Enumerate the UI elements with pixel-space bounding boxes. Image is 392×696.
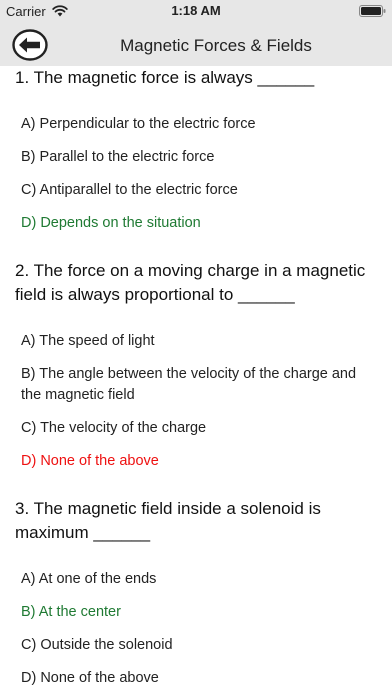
answer-option-wrong[interactable]: D) None of the above bbox=[0, 451, 392, 472]
answer-option[interactable]: B) The angle between the velocity of the… bbox=[0, 364, 392, 406]
answer-option[interactable]: A) Perpendicular to the electric force bbox=[0, 114, 392, 135]
nav-bar: Magnetic Forces & Fields bbox=[0, 22, 392, 66]
answer-option[interactable]: D) None of the above bbox=[0, 668, 392, 689]
battery-icon bbox=[359, 5, 386, 17]
answer-option[interactable]: A) The speed of light bbox=[0, 331, 392, 352]
back-arrow-icon bbox=[12, 29, 48, 61]
answer-option-correct[interactable]: D) Depends on the situation bbox=[0, 213, 392, 234]
status-bar: Carrier 1:18 AM bbox=[0, 0, 392, 22]
question-list: 1. The magnetic force is always ______ A… bbox=[0, 66, 392, 689]
answer-option[interactable]: B) Parallel to the electric force bbox=[0, 147, 392, 168]
question-text: 3. The magnetic field inside a solenoid … bbox=[15, 499, 321, 542]
question-text: 1. The magnetic force is always ______ bbox=[15, 68, 315, 87]
answer-option[interactable]: C) Antiparallel to the electric force bbox=[0, 180, 392, 201]
answer-option[interactable]: C) Outside the solenoid bbox=[0, 635, 392, 656]
back-button[interactable] bbox=[12, 29, 48, 61]
status-time: 1:18 AM bbox=[171, 3, 221, 18]
answer-option[interactable]: A) At one of the ends bbox=[0, 569, 392, 590]
question-text: 2. The force on a moving charge in a mag… bbox=[15, 261, 366, 304]
answer-option[interactable]: C) The velocity of the charge bbox=[0, 418, 392, 439]
answer-option-correct[interactable]: B) At the center bbox=[0, 602, 392, 623]
page-title: Magnetic Forces & Fields bbox=[120, 36, 312, 55]
